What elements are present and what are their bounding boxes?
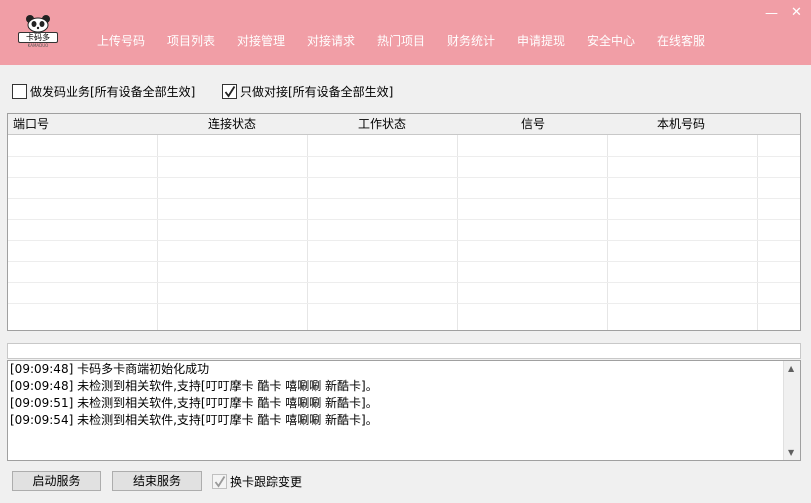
row-divider [8, 177, 800, 178]
stop-service-button[interactable]: 结束服务 [112, 471, 202, 491]
nav-docking-management[interactable]: 对接管理 [237, 33, 285, 49]
header-bar: 卡码多 KAMADUO 上传号码 项目列表 对接管理 对接请求 热门项目 财务统… [0, 0, 811, 65]
log-line: [09:09:51] 未检测到相关软件,支持[叮叮摩卡 酷卡 嘻唰唰 新酷卡]。 [10, 396, 378, 410]
row-divider [8, 198, 800, 199]
column-divider [757, 135, 758, 330]
row-divider [8, 240, 800, 241]
row-divider [8, 282, 800, 283]
checkmark-icon [224, 85, 236, 98]
only-dock-label: 只做对接[所有设备全部生效] [240, 84, 394, 99]
logo-subtext: KAMADUO [27, 43, 49, 48]
checkmark-icon [214, 475, 226, 488]
only-dock-checkbox-box[interactable] [222, 83, 237, 99]
nav-security-center[interactable]: 安全中心 [587, 33, 635, 49]
start-service-button[interactable]: 启动服务 [12, 471, 101, 491]
log-line: [09:09:48] 卡码多卡商端初始化成功 [10, 362, 210, 376]
scroll-down-icon[interactable]: ▼ [788, 448, 794, 457]
status-strip [7, 343, 801, 359]
column-divider [607, 135, 608, 330]
send-code-checkbox-box[interactable] [12, 83, 27, 99]
nav-upload-numbers[interactable]: 上传号码 [97, 33, 145, 49]
log-scrollbar[interactable]: ▲ ▼ [783, 361, 800, 460]
row-divider [8, 261, 800, 262]
nav-online-support[interactable]: 在线客服 [657, 33, 705, 49]
column-header-connection-status[interactable]: 连接状态 [208, 114, 256, 134]
row-divider [8, 219, 800, 220]
nav-docking-requests[interactable]: 对接请求 [307, 33, 355, 49]
column-header-signal[interactable]: 信号 [521, 114, 545, 134]
nav-financial-stats[interactable]: 财务统计 [447, 33, 495, 49]
nav-withdraw[interactable]: 申请提现 [517, 33, 565, 49]
minimize-button[interactable]: — [765, 7, 778, 20]
nav-hot-projects[interactable]: 热门项目 [377, 33, 425, 49]
device-table: 端口号 连接状态 工作状态 信号 本机号码 [7, 113, 801, 331]
card-tracking-checkbox[interactable]: 换卡跟踪变更 [212, 472, 302, 490]
column-header-local-number[interactable]: 本机号码 [657, 114, 705, 134]
scroll-up-icon[interactable]: ▲ [788, 364, 794, 373]
close-button[interactable]: ✕ [791, 6, 802, 19]
card-tracking-label: 换卡跟踪变更 [230, 474, 303, 489]
logo-text: 卡码多 [18, 32, 58, 43]
log-panel[interactable]: [09:09:48] 卡码多卡商端初始化成功 [09:09:48] 未检测到相关… [7, 360, 801, 461]
nav-project-list[interactable]: 项目列表 [167, 33, 215, 49]
card-tracking-checkbox-box[interactable] [212, 473, 227, 489]
table-header: 端口号 连接状态 工作状态 信号 本机号码 [8, 114, 800, 135]
row-divider [8, 156, 800, 157]
column-divider [307, 135, 308, 330]
column-divider [457, 135, 458, 330]
panda-icon [26, 15, 50, 32]
log-line: [09:09:48] 未检测到相关软件,支持[叮叮摩卡 酷卡 嘻唰唰 新酷卡]。 [10, 379, 378, 393]
column-divider [157, 135, 158, 330]
column-header-port[interactable]: 端口号 [13, 114, 49, 134]
app-logo: 卡码多 KAMADUO [14, 14, 62, 50]
only-dock-checkbox[interactable]: 只做对接[所有设备全部生效] [222, 82, 393, 100]
column-header-work-status[interactable]: 工作状态 [358, 114, 406, 134]
send-code-label: 做发码业务[所有设备全部生效] [30, 84, 196, 99]
log-line: [09:09:54] 未检测到相关软件,支持[叮叮摩卡 酷卡 嘻唰唰 新酷卡]。 [10, 413, 378, 427]
send-code-checkbox[interactable]: 做发码业务[所有设备全部生效] [12, 82, 195, 100]
row-divider [8, 303, 800, 304]
